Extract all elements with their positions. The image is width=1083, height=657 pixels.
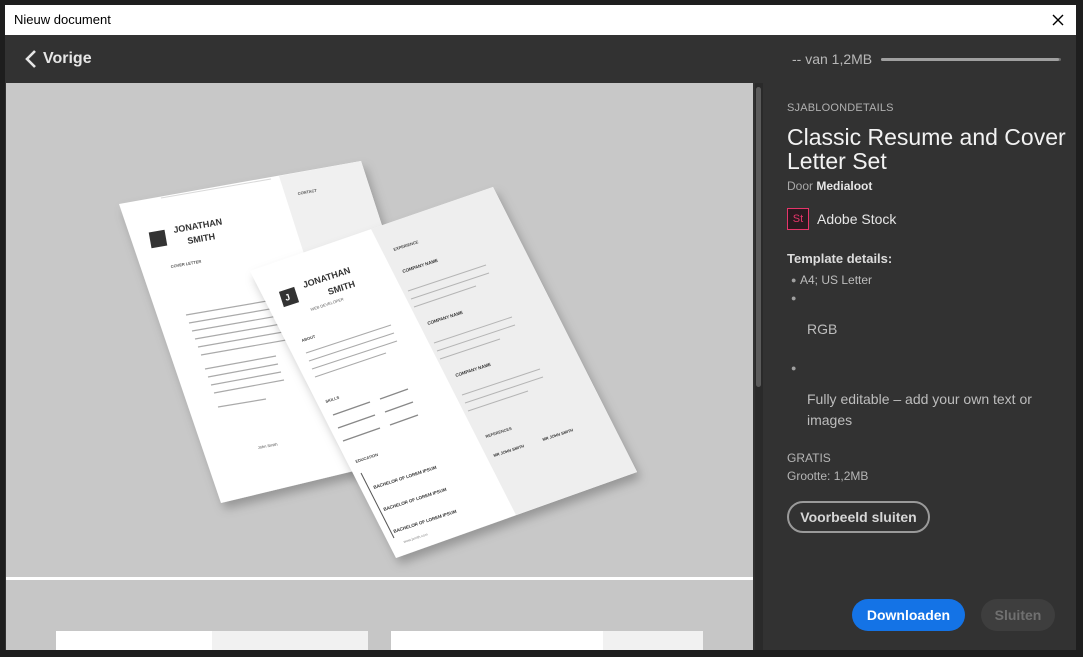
template-details-heading: Template details: [787,251,893,266]
close-icon[interactable] [1048,5,1068,35]
bullet-icon: ● [791,275,797,285]
file-size-label: Grootte: 1,2MB [787,469,869,483]
download-progress-text: -- van 1,2MB [792,51,873,67]
details-heading: SJABLOONDETAILS [787,102,894,114]
author-prefix: Door [787,179,814,193]
resume-preview-image: JONATHAN SMITH CONTACT COVER LETTER John… [119,161,637,558]
price-label: GRATIS [787,451,831,465]
download-progress-fill [881,58,1060,61]
bullet-icon: ● [791,363,797,373]
detail-item-editable: Fully editable – add your own text or im… [807,391,1032,428]
author-name: Medialoot [816,179,873,193]
bullet-icon: ● [791,293,797,303]
template-details-panel: SJABLOONDETAILS Classic Resume and Cover… [765,83,1076,650]
preview-thumbnail-2 [391,631,703,650]
preview-scrollbar[interactable] [755,83,763,650]
template-preview: JONATHAN SMITH CONTACT COVER LETTER John… [6,83,753,650]
app-window: Nieuw document Vorige -- van 1,2MB JONAT… [0,0,1083,657]
source-label: Adobe Stock [817,211,897,227]
close-button: Sluiten [981,599,1055,631]
preview-thumbnail-1 [56,631,368,650]
window-titlebar: Nieuw document [5,5,1076,35]
scrollbar-thumb[interactable] [756,87,761,387]
chevron-left-icon [25,50,36,68]
source-row: St Adobe Stock [787,208,896,230]
template-title: Classic Resume and Cover Letter Set [787,124,1066,174]
new-document-dialog: Vorige -- van 1,2MB JONATHAN SMITH CONTA… [5,35,1076,650]
detail-item-color-mode: RGB [807,321,838,337]
back-label: Vorige [43,50,92,67]
window-title: Nieuw document [14,12,111,27]
close-preview-button[interactable]: Voorbeeld sluiten [787,501,930,533]
back-button[interactable]: Vorige [25,45,92,73]
download-progress-bar [881,58,1061,61]
adobe-stock-icon: St [787,208,809,230]
dialog-toolbar: Vorige -- van 1,2MB [5,35,1076,83]
download-button[interactable]: Downloaden [852,599,965,631]
detail-item-format: A4; US Letter [800,273,873,287]
template-author: Door Medialoot [787,179,872,193]
